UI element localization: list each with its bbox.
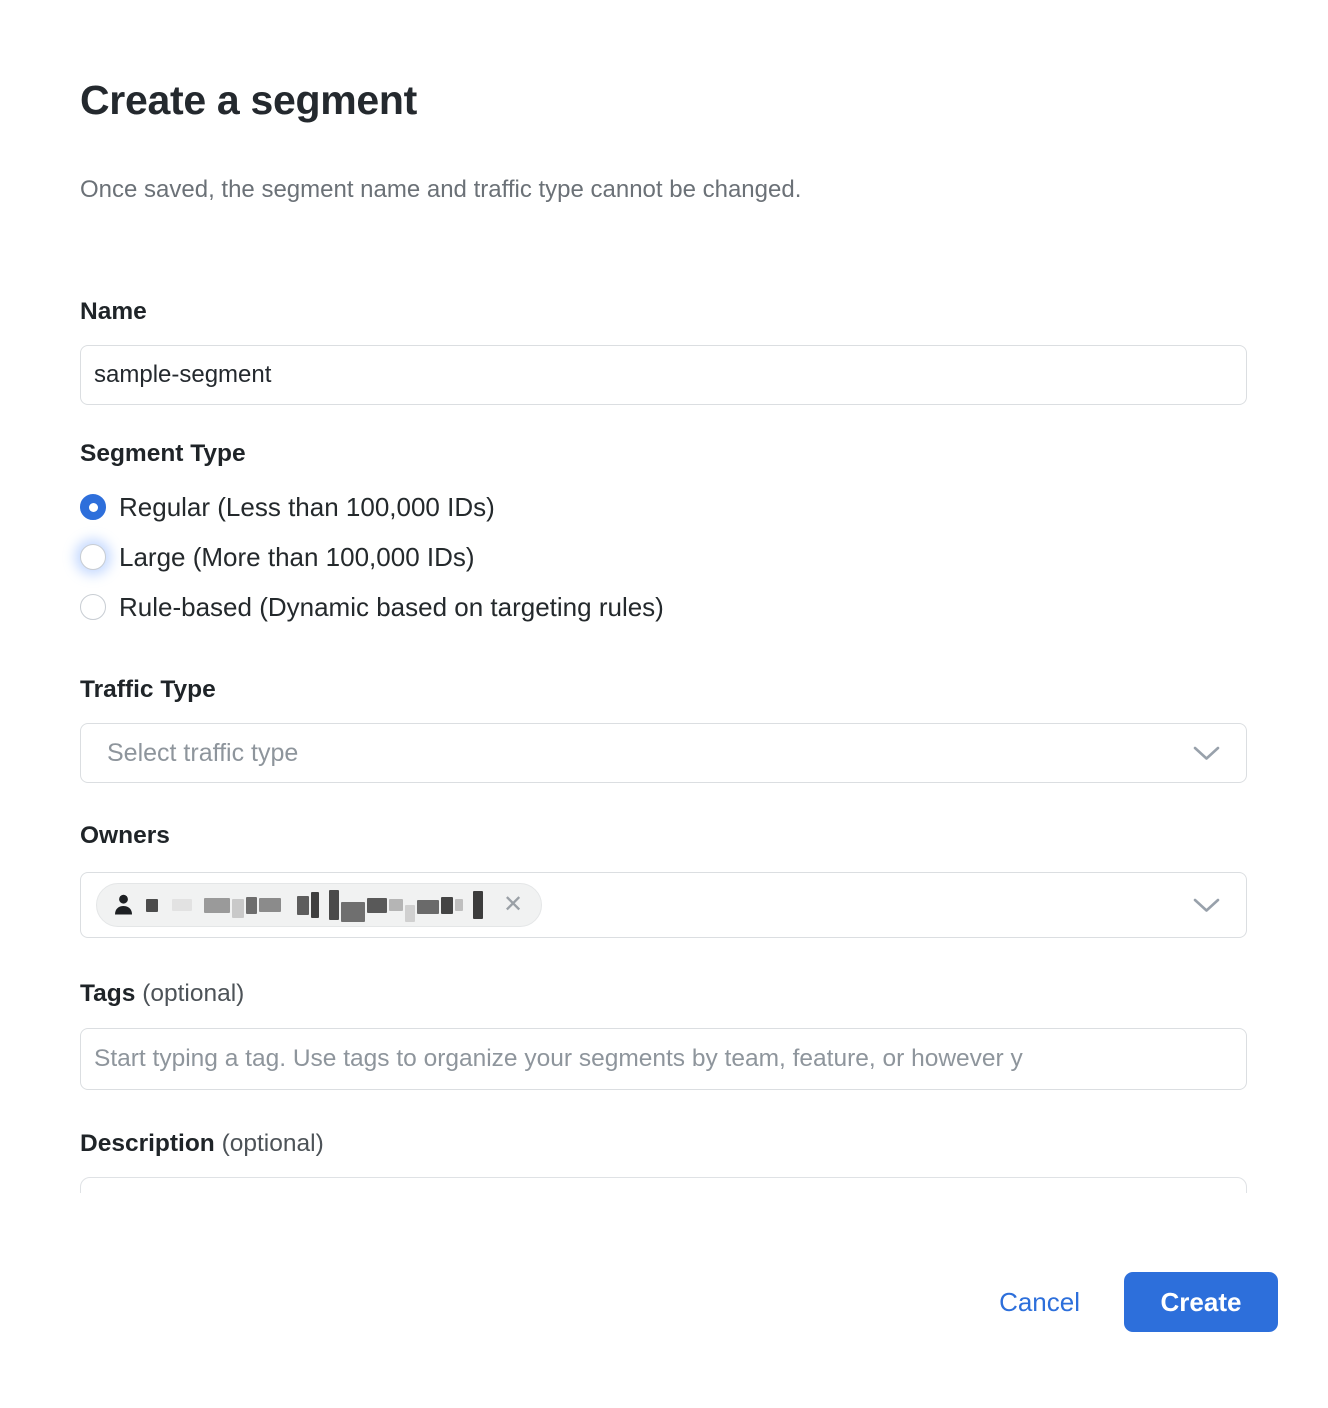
remove-owner-icon[interactable]: ✕ xyxy=(503,893,523,917)
traffic-type-label: Traffic Type xyxy=(80,676,1248,704)
radio-selected-icon[interactable] xyxy=(80,494,106,520)
chevron-down-icon xyxy=(1193,898,1220,913)
tags-optional-suffix: (optional) xyxy=(142,980,244,1007)
page-title: Create a segment xyxy=(80,76,1248,124)
chevron-down-icon xyxy=(1193,746,1220,761)
tags-label: Tags (optional) xyxy=(80,980,1248,1008)
owner-chip: ✕ xyxy=(96,883,542,927)
description-input[interactable] xyxy=(80,1177,1247,1193)
radio-option-label: Large (More than 100,000 IDs) xyxy=(119,542,475,573)
create-button[interactable]: Create xyxy=(1124,1272,1278,1332)
dialog-subtitle: Once saved, the segment name and traffic… xyxy=(80,176,1248,204)
create-segment-dialog: Create a segment Once saved, the segment… xyxy=(0,0,1328,1193)
radio-option-label: Rule-based (Dynamic based on targeting r… xyxy=(119,592,664,623)
description-label: Description (optional) xyxy=(80,1130,1248,1158)
tags-input[interactable] xyxy=(80,1028,1247,1090)
radio-option-label: Regular (Less than 100,000 IDs) xyxy=(119,492,495,523)
name-label: Name xyxy=(80,298,1248,326)
name-input[interactable] xyxy=(80,345,1247,405)
owners-label: Owners xyxy=(80,822,1248,850)
radio-option-rule-based[interactable]: Rule-based (Dynamic based on targeting r… xyxy=(80,582,1248,632)
radio-option-regular[interactable]: Regular (Less than 100,000 IDs) xyxy=(80,482,1248,532)
description-optional-suffix: (optional) xyxy=(222,1130,324,1157)
radio-unselected-icon[interactable] xyxy=(80,544,106,570)
traffic-type-placeholder: Select traffic type xyxy=(107,739,298,768)
radio-unselected-icon[interactable] xyxy=(80,594,106,620)
cancel-button[interactable]: Cancel xyxy=(999,1287,1080,1318)
tags-label-text: Tags xyxy=(80,980,135,1007)
traffic-type-select[interactable]: Select traffic type xyxy=(80,723,1247,783)
person-icon xyxy=(113,893,134,917)
dialog-footer: Cancel Create xyxy=(999,1272,1278,1332)
segment-type-radio-group: Regular (Less than 100,000 IDs) Large (M… xyxy=(80,482,1248,632)
description-label-text: Description xyxy=(80,1130,215,1157)
segment-type-label: Segment Type xyxy=(80,440,1248,468)
radio-option-large[interactable]: Large (More than 100,000 IDs) xyxy=(80,532,1248,582)
owners-select[interactable]: ✕ xyxy=(80,872,1247,938)
owner-name-redacted xyxy=(146,888,485,922)
